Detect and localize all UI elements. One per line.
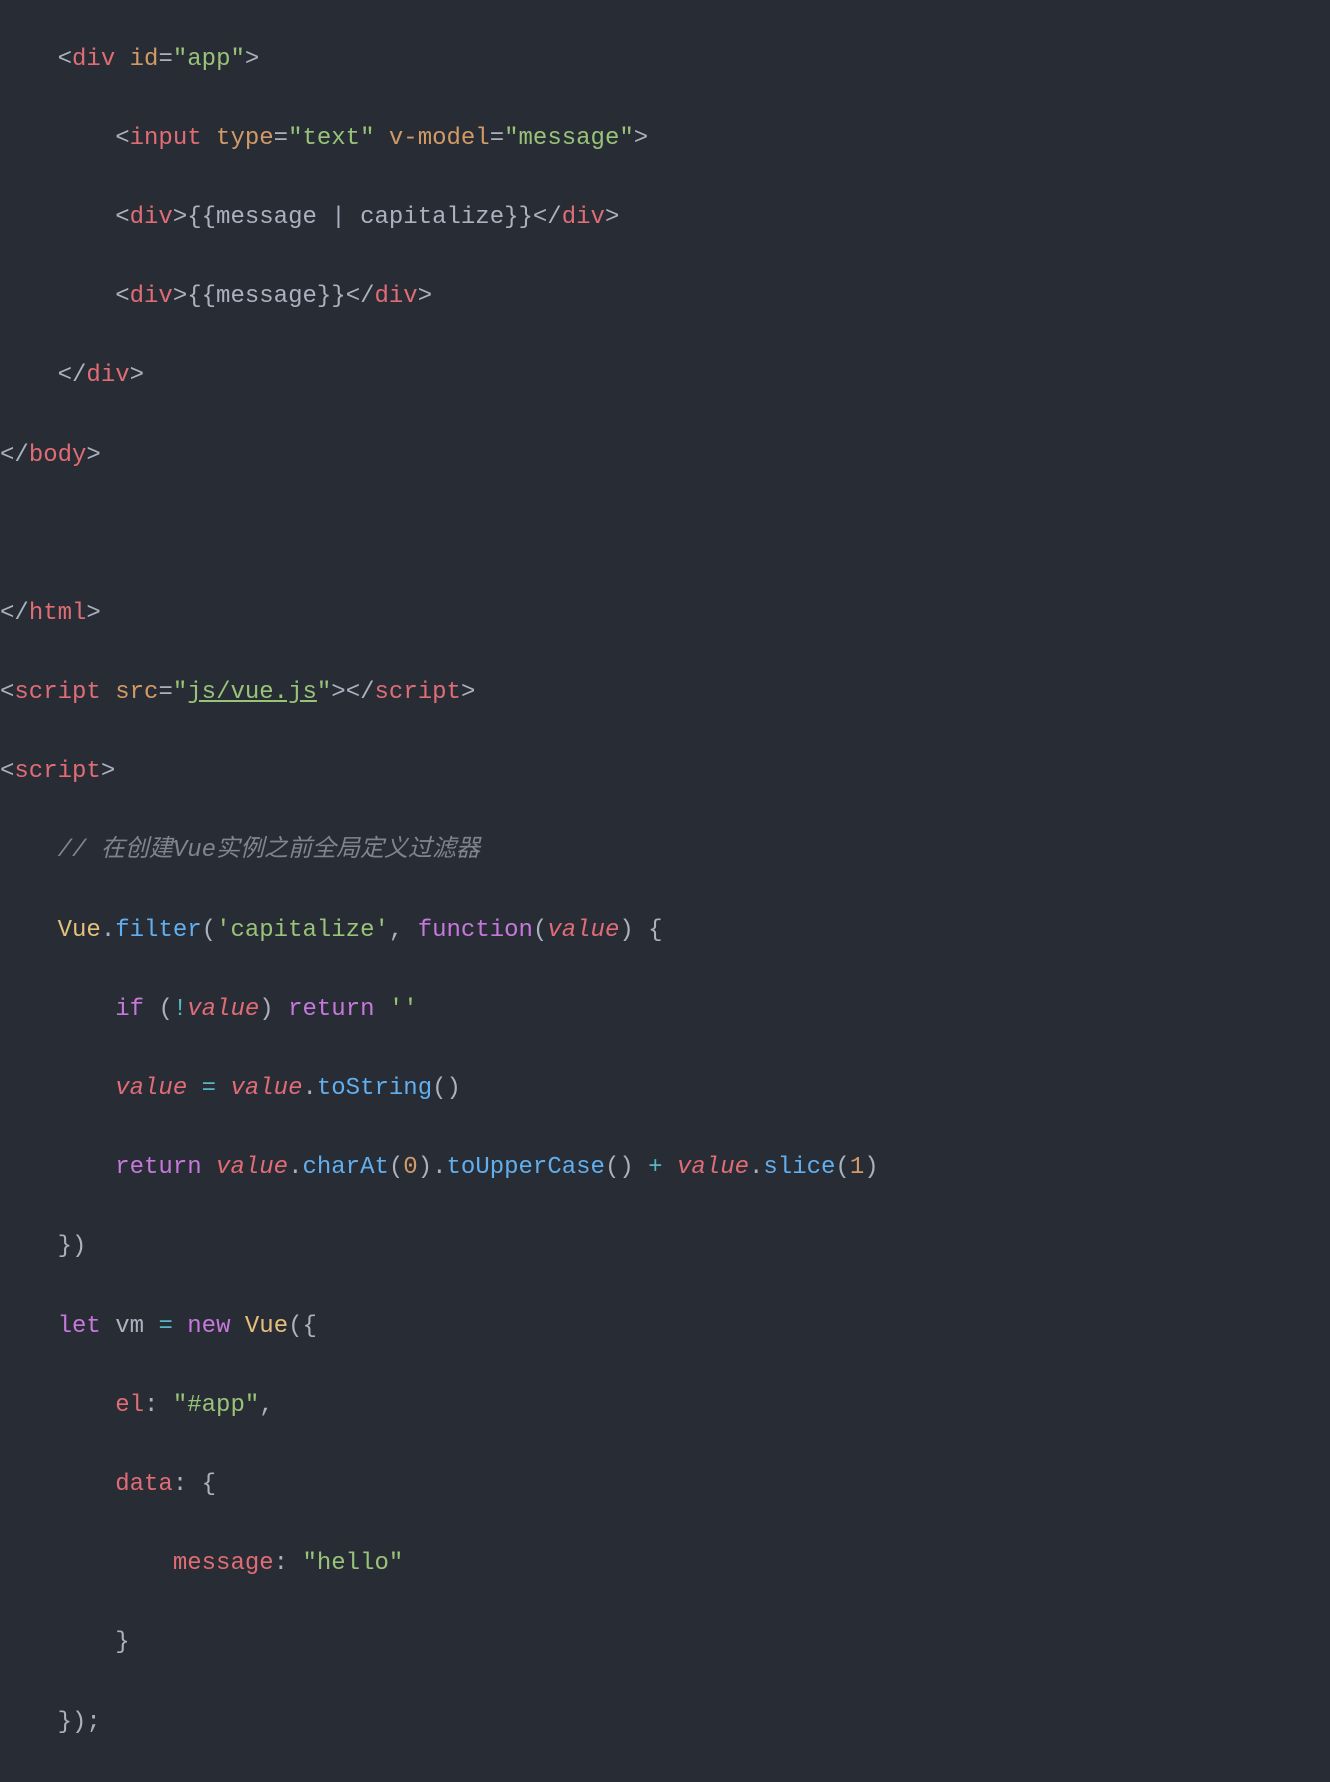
code-line: }); bbox=[0, 1703, 1330, 1743]
code-line: </div> bbox=[0, 356, 1330, 396]
code-line: value = value.toString() bbox=[0, 1069, 1330, 1109]
code-line: <div>{{message}}</div> bbox=[0, 277, 1330, 317]
code-line: // 在创建Vue实例之前全局定义过滤器 bbox=[0, 831, 1330, 871]
code-line: <script src="js/vue.js"></script> bbox=[0, 673, 1330, 713]
code-line: message: "hello" bbox=[0, 1544, 1330, 1584]
code-line: } bbox=[0, 1623, 1330, 1663]
code-line: let vm = new Vue({ bbox=[0, 1307, 1330, 1347]
code-line: return value.charAt(0).toUpperCase() + v… bbox=[0, 1148, 1330, 1188]
code-line: if (!value) return '' bbox=[0, 990, 1330, 1030]
code-line: </body> bbox=[0, 436, 1330, 476]
code-line: el: "#app", bbox=[0, 1386, 1330, 1426]
code-line bbox=[0, 515, 1330, 555]
code-line: </html> bbox=[0, 594, 1330, 634]
code-line: data: { bbox=[0, 1465, 1330, 1505]
code-editor[interactable]: <div id="app"> <input type="text" v-mode… bbox=[0, 0, 1330, 1782]
code-line: <script> bbox=[0, 752, 1330, 792]
code-line: <div id="app"> bbox=[0, 40, 1330, 80]
code-line: }) bbox=[0, 1227, 1330, 1267]
code-line: Vue.filter('capitalize', function(value)… bbox=[0, 911, 1330, 951]
code-line: <input type="text" v-model="message"> bbox=[0, 119, 1330, 159]
code-line: <div>{{message | capitalize}}</div> bbox=[0, 198, 1330, 238]
